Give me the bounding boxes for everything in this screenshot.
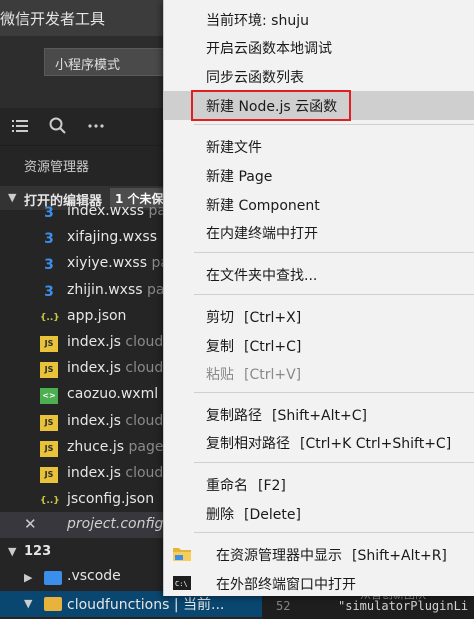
explorer-title: 资源管理器 <box>24 160 90 175</box>
file-name: index.wxss pa <box>67 203 166 219</box>
app-title: 微信开发者工具 <box>0 10 106 28</box>
json-icon: {..} <box>40 312 60 323</box>
search-icon[interactable] <box>48 116 68 136</box>
close-icon[interactable]: ✕ <box>24 515 37 533</box>
chevron-down-icon: ▼ <box>24 597 33 610</box>
file-path: pa <box>142 281 165 298</box>
menu-item[interactable]: 新建 Page <box>164 161 474 190</box>
menu-separator <box>194 294 474 295</box>
chevron-right-icon: ▶ <box>24 571 33 584</box>
file-name: caozuo.wxml <box>67 386 159 403</box>
menu-item-shortcut: [Ctrl+V] <box>244 367 302 383</box>
menu-item: 粘贴 [Ctrl+V] <box>164 359 474 388</box>
menu-item-label: 粘贴 <box>206 367 234 383</box>
menu-separator <box>194 462 474 463</box>
menu-separator <box>194 532 474 533</box>
menu-item-label: 复制路径 <box>206 408 262 424</box>
menu-item-label: 在外部终端窗口中打开 <box>216 577 356 593</box>
menu-item-label: 剪切 <box>206 310 234 326</box>
menu-item[interactable]: 同步云函数列表 <box>164 62 474 91</box>
menu-item-label: 新建 Component <box>206 198 320 214</box>
chevron-down-icon: ▼ <box>8 545 17 558</box>
file-path: cloudf <box>120 412 169 429</box>
js-icon: JS <box>40 440 58 457</box>
menu-item[interactable]: 在文件夹中查找... <box>164 260 474 289</box>
file-path: cloudf <box>120 465 169 481</box>
menu-separator <box>194 124 474 125</box>
menu-item[interactable]: 复制路径 [Shift+Alt+C] <box>164 400 474 429</box>
css-icon: 3 <box>44 231 54 248</box>
folder-icon <box>173 548 191 561</box>
mode-select-value: 小程序模式 <box>55 58 121 73</box>
menu-item[interactable]: 复制 [Ctrl+C] <box>164 331 474 360</box>
menu-item-shortcut: [Ctrl+C] <box>244 339 302 355</box>
menu-item[interactable]: 新建 Component <box>164 190 474 219</box>
js-icon: JS <box>40 414 58 431</box>
menu-item[interactable]: 复制相对路径 [Ctrl+K Ctrl+Shift+C] <box>164 428 474 457</box>
js-icon: JS <box>40 336 58 352</box>
menu-item-label: 在资源管理器中显示 <box>216 548 342 564</box>
menu-item-label: 在文件夹中查找... <box>206 268 318 284</box>
file-path: cloudf <box>120 334 169 350</box>
menu-item-label: 当前环境: shuju <box>206 13 309 29</box>
file-name: app.json <box>67 307 127 324</box>
js-icon: JS <box>40 467 58 483</box>
menu-item-shortcut: [Ctrl+X] <box>244 310 302 326</box>
css-icon: 3 <box>44 283 54 300</box>
menu-item[interactable]: 当前环境: shuju <box>164 5 474 34</box>
highlight-box <box>191 90 351 121</box>
list-icon[interactable] <box>10 116 30 136</box>
file-name: index.js cloudf <box>67 465 169 481</box>
menu-item[interactable]: 新建文件 <box>164 132 474 161</box>
folder-icon <box>44 597 62 611</box>
css-icon: 3 <box>44 257 54 274</box>
mode-select[interactable]: 小程序模式 <box>44 48 174 76</box>
more-icon[interactable] <box>86 116 106 136</box>
css-icon: 3 <box>44 205 54 221</box>
json-icon: {..} <box>40 496 60 507</box>
menu-separator <box>194 252 474 253</box>
file-name: project.config. <box>67 516 168 532</box>
wxml-icon: <> <box>40 388 58 405</box>
menu-item-label: 复制相对路径 <box>206 436 290 452</box>
tree-item-label: .vscode <box>67 568 121 584</box>
context-menu: 当前环境: shuju 开启云函数本地调试 同步云函数列表 新建 Node.js 云函… <box>163 0 474 596</box>
menu-item[interactable]: 剪切 [Ctrl+X] <box>164 302 474 331</box>
menu-item-label: 新建 Page <box>206 169 273 185</box>
menu-item-label: 同步云函数列表 <box>206 70 304 86</box>
file-name: zhijin.wxss pa <box>67 281 165 298</box>
menu-item-shortcut: [Shift+Alt+C] <box>272 408 367 424</box>
file-name: jsconfig.json <box>67 491 155 508</box>
menu-item-label: 开启云函数本地调试 <box>206 41 332 57</box>
menu-item-shortcut: [F2] <box>258 478 286 494</box>
js-icon: JS <box>40 362 58 379</box>
menu-item-label: 在内建终端中打开 <box>206 226 318 242</box>
folder-root-label: 123 <box>24 544 52 559</box>
menu-item[interactable]: 重命名 [F2] <box>164 470 474 499</box>
terminal-icon: C:\ <box>173 576 191 590</box>
line-number: 52 <box>276 599 291 613</box>
menu-item[interactable]: 在资源管理器中显示 [Shift+Alt+R] <box>164 540 474 569</box>
file-name: zhuce.js pages <box>67 438 171 455</box>
menu-item[interactable]: 删除 [Delete] <box>164 499 474 528</box>
file-name: xifajing.wxss <box>67 229 157 246</box>
menu-item[interactable]: 开启云函数本地调试 <box>164 33 474 62</box>
folder-icon <box>44 571 62 585</box>
file-path: cloudf <box>120 360 169 377</box>
svg-text:C:\: C:\ <box>175 580 188 588</box>
menu-item-shortcut: [Delete] <box>244 507 301 523</box>
file-name: index.js cloudf <box>67 360 169 377</box>
file-name: index.js cloudf <box>67 334 169 350</box>
menu-separator <box>194 392 474 393</box>
menu-item[interactable]: 在内建终端中打开 <box>164 218 474 247</box>
menu-item-label: 新建文件 <box>206 140 262 156</box>
file-name: index.js cloudf <box>67 412 169 429</box>
menu-item-label: 复制 <box>206 339 234 355</box>
menu-item-label: 重命名 <box>206 478 248 494</box>
menu-item-label: 删除 <box>206 507 234 523</box>
file-name: xiyiye.wxss pa <box>67 255 169 272</box>
menu-item[interactable]: C:\ 在外部终端窗口中打开 <box>164 569 474 598</box>
menu-item-shortcut: [Ctrl+K Ctrl+Shift+C] <box>300 436 452 452</box>
menu-item-shortcut: [Shift+Alt+R] <box>352 548 447 564</box>
